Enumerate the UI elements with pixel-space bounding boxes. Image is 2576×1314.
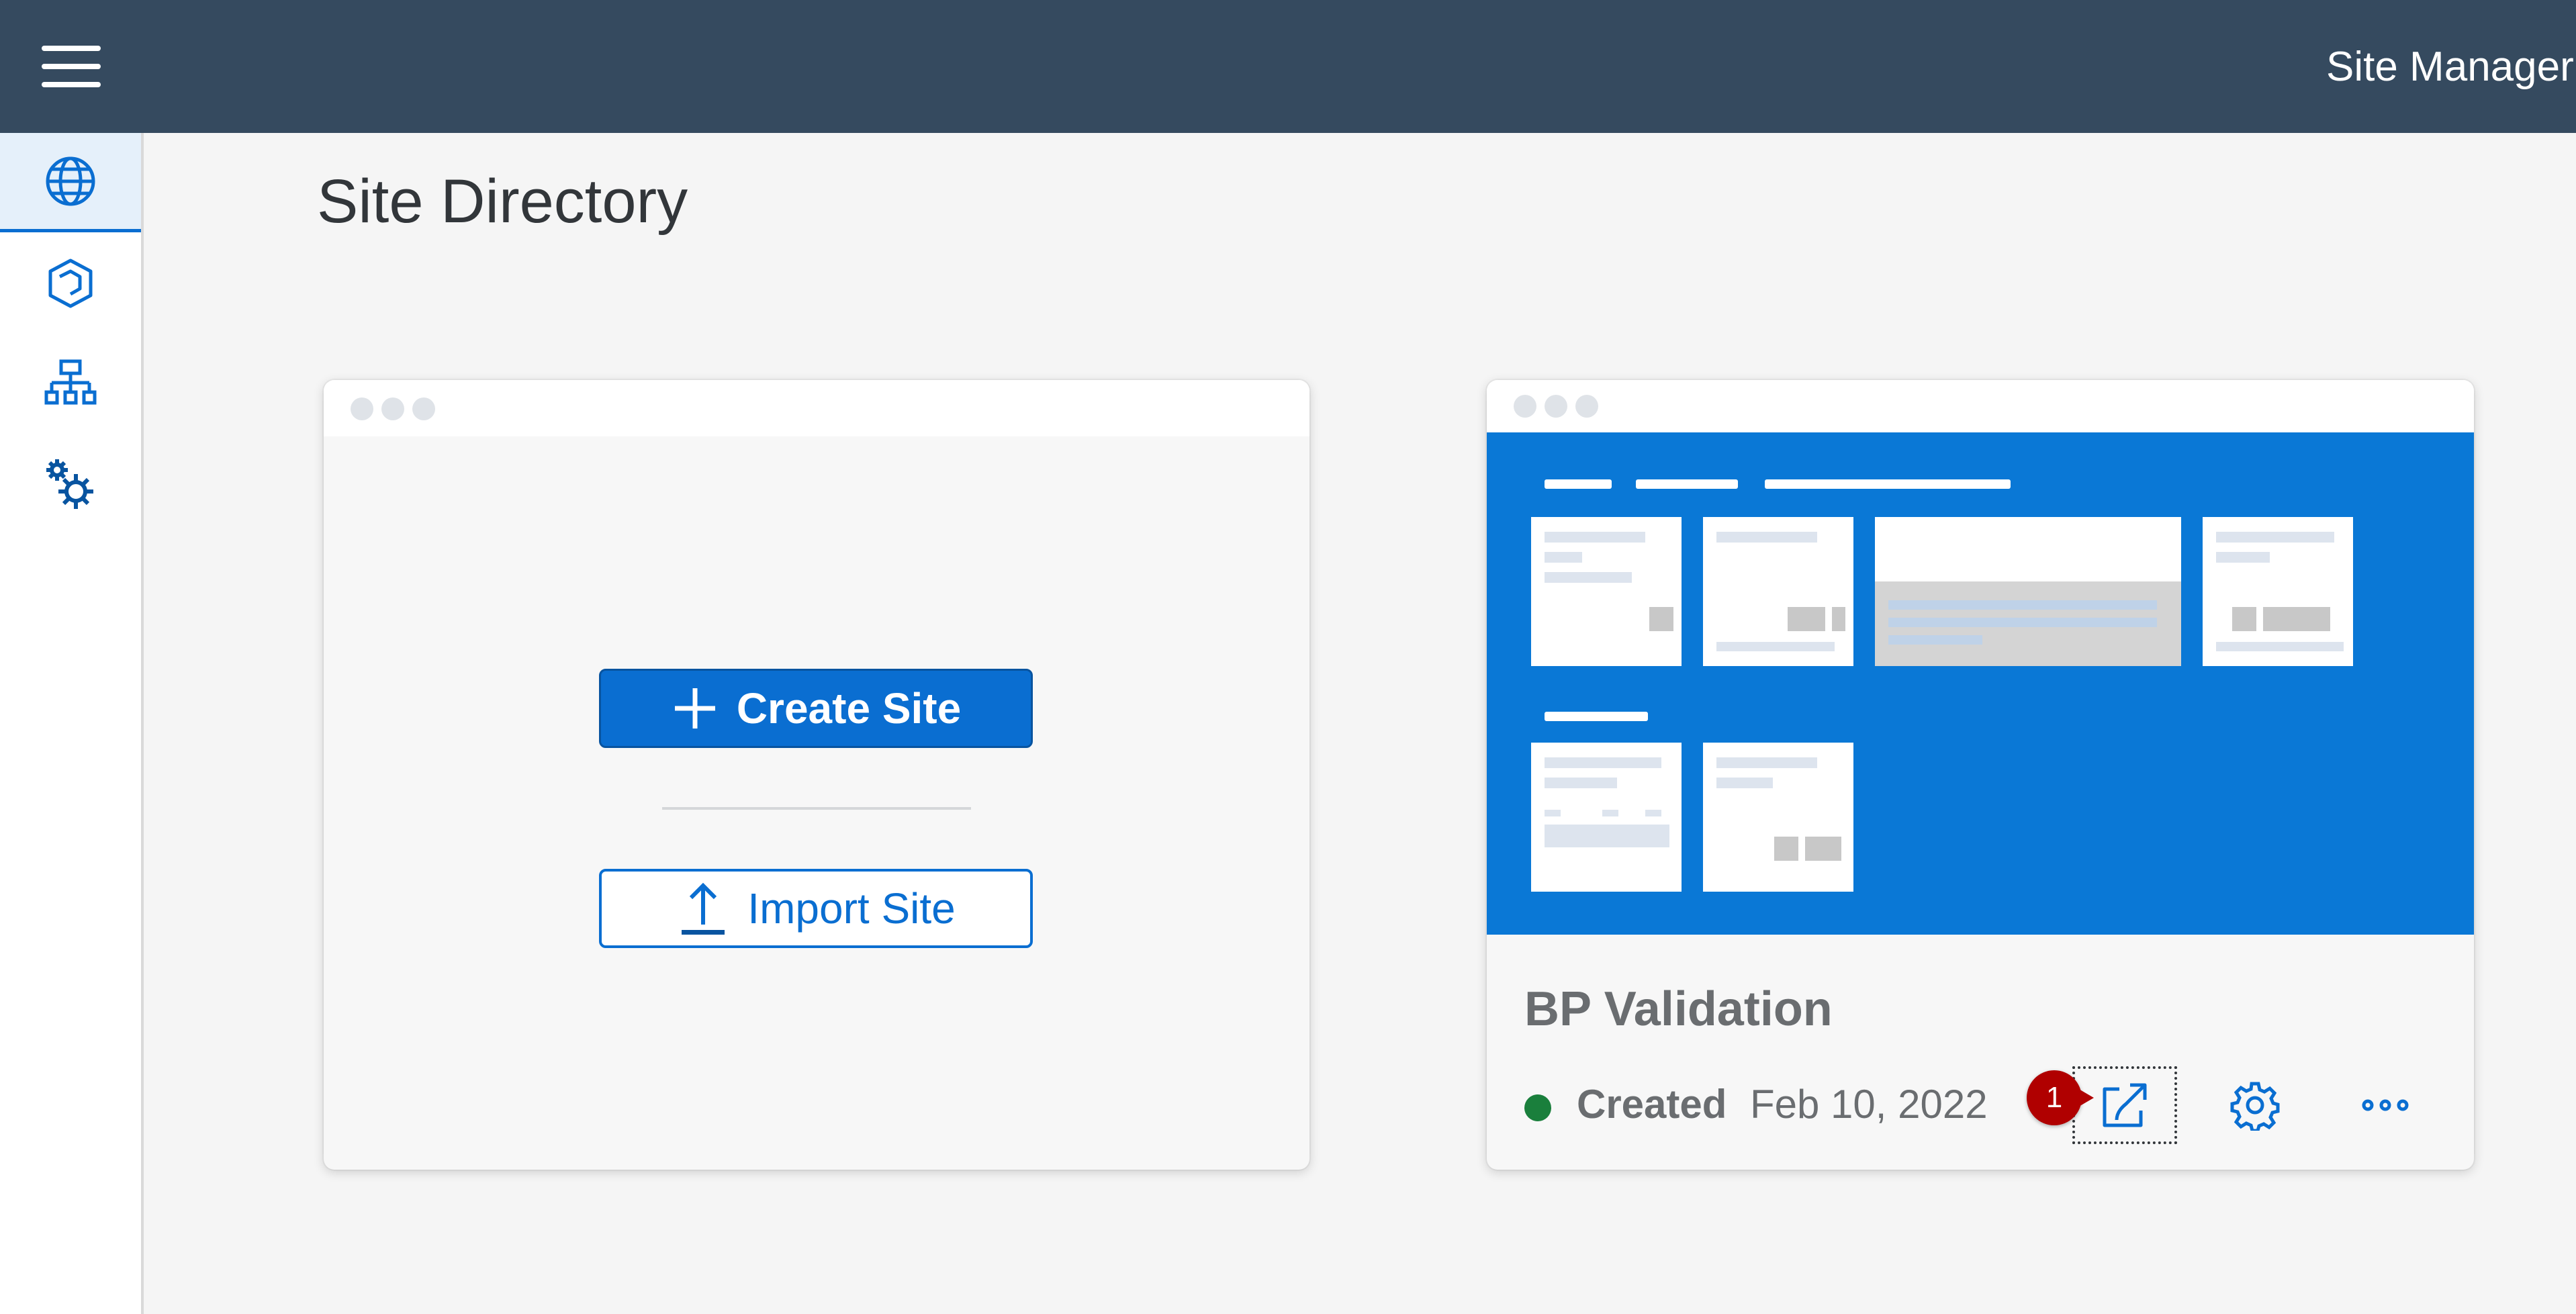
cube-icon bbox=[48, 259, 93, 308]
create-site-card: Create Site Import Site bbox=[324, 380, 1309, 1170]
page-title: Site Directory bbox=[317, 167, 688, 236]
import-site-label: Import Site bbox=[747, 884, 956, 933]
overflow-icon bbox=[2362, 1099, 2409, 1111]
gears-icon bbox=[46, 459, 93, 509]
nav-item-site-directory[interactable] bbox=[0, 133, 141, 232]
import-site-button[interactable]: Import Site bbox=[599, 869, 1033, 948]
org-chart-icon bbox=[44, 359, 97, 405]
gear-icon bbox=[2230, 1082, 2280, 1131]
status-indicator bbox=[1524, 1094, 1551, 1121]
site-name: BP Validation bbox=[1524, 982, 1833, 1036]
side-navigation bbox=[0, 133, 144, 1314]
window-dots bbox=[351, 397, 435, 420]
step-annotation-badge: 1 bbox=[2027, 1070, 2094, 1125]
card-window-bar bbox=[1487, 380, 2474, 432]
divider bbox=[662, 807, 971, 810]
card-window-bar bbox=[324, 380, 1309, 436]
site-settings-button[interactable] bbox=[2201, 1065, 2309, 1145]
nav-item-provider-manager[interactable] bbox=[0, 334, 141, 434]
launch-icon bbox=[2103, 1083, 2147, 1127]
nav-item-content-manager[interactable] bbox=[0, 234, 141, 333]
plus-icon bbox=[674, 688, 715, 729]
site-thumbnail bbox=[1487, 432, 2474, 935]
create-site-button[interactable]: Create Site bbox=[599, 669, 1033, 748]
created-date: Feb 10, 2022 bbox=[1750, 1082, 1988, 1127]
upload-icon bbox=[682, 882, 725, 935]
create-site-label: Create Site bbox=[736, 684, 962, 733]
nav-item-settings[interactable] bbox=[0, 435, 141, 534]
window-dots bbox=[1514, 395, 1598, 418]
hamburger-menu-icon[interactable] bbox=[39, 40, 103, 93]
more-options-button[interactable] bbox=[2332, 1065, 2439, 1145]
globe-icon bbox=[46, 156, 95, 205]
app-title: Site Manager bbox=[2326, 44, 2574, 90]
shell-bar: Site Manager bbox=[0, 0, 2576, 133]
site-tile[interactable]: BP Validation Created Feb 10, 2022 bbox=[1487, 380, 2474, 1170]
status-text: Created bbox=[1577, 1082, 1727, 1127]
